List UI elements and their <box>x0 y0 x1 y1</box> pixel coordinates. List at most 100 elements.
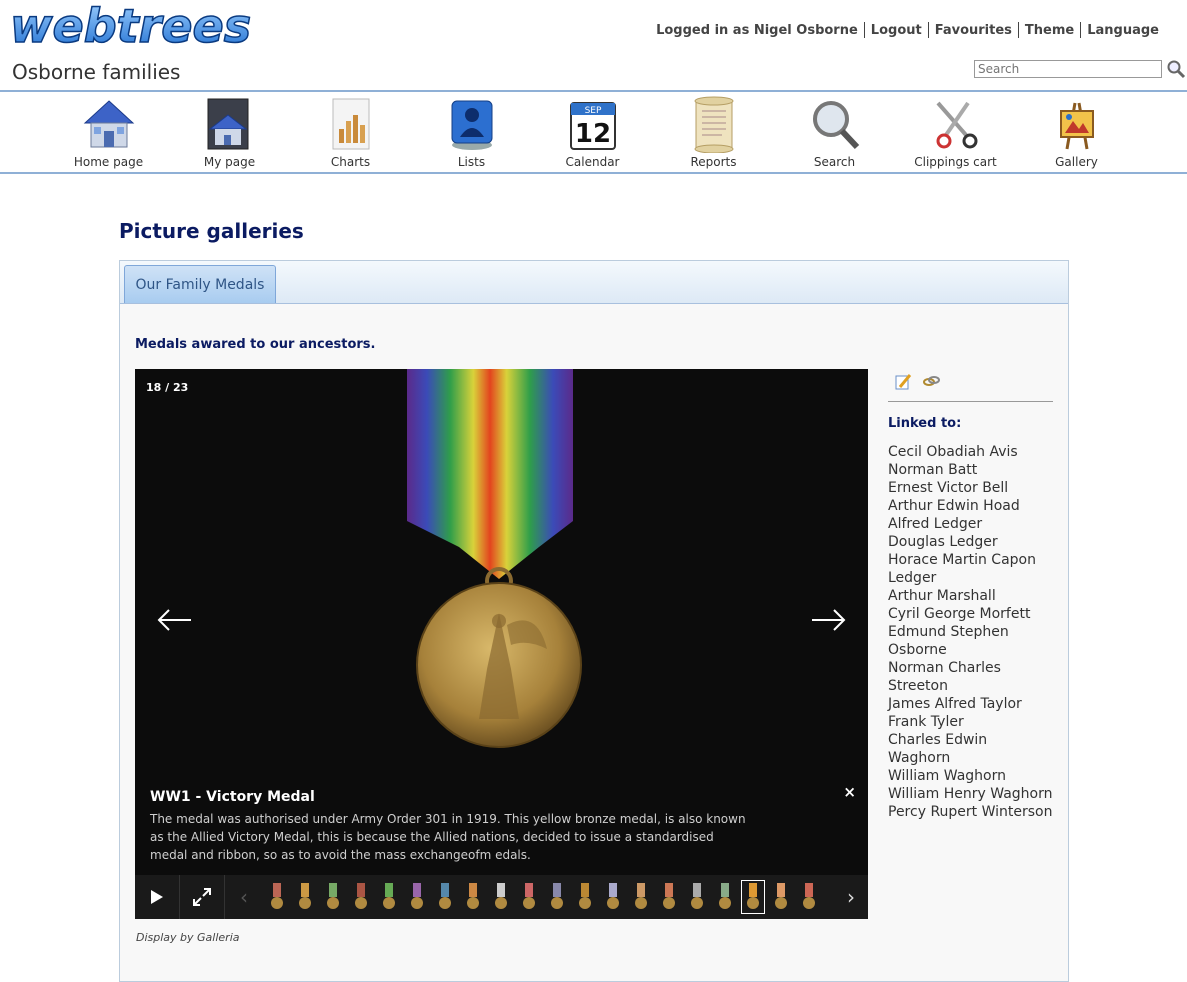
menu-reports[interactable]: Reports <box>653 94 774 169</box>
galleria-credit: Display by Galleria <box>136 931 240 944</box>
image-viewer[interactable]: 18 / 23 WW1 - Victory Medal The medal wa… <box>135 369 868 919</box>
menu-label: Search <box>813 155 856 169</box>
linked-person-link[interactable]: Osborne <box>888 641 1053 659</box>
play-icon[interactable] <box>135 875 180 919</box>
magnifying-glass-icon <box>807 94 863 154</box>
magnifier-icon[interactable] <box>1166 59 1186 79</box>
medal-image <box>407 369 582 748</box>
logo-text: webtrees <box>10 2 251 52</box>
menu-label: Calendar <box>565 155 620 169</box>
linked-person-link[interactable]: Cecil Obadiah Avis <box>888 443 1053 461</box>
thumbnail[interactable] <box>489 880 513 914</box>
logout-link[interactable]: Logout <box>865 23 928 38</box>
bar-chart-icon <box>323 94 379 154</box>
thumbnail[interactable] <box>545 880 569 914</box>
previous-arrow-icon[interactable] <box>157 609 193 635</box>
linked-people-list: Cecil Obadiah Avis Norman Batt Ernest Vict… <box>888 443 1053 821</box>
menu-label: Gallery <box>1055 155 1098 169</box>
menu-home-page[interactable]: Home page <box>48 94 169 169</box>
linked-to-heading: Linked to: <box>888 416 962 431</box>
caption-text: The medal was authorised under Army Orde… <box>150 812 746 862</box>
thumbnail[interactable] <box>685 880 709 914</box>
linked-person-link[interactable]: Ernest Victor Bell <box>888 479 1053 497</box>
thumbnail[interactable] <box>293 880 317 914</box>
thumbnail[interactable] <box>601 880 625 914</box>
thumbnail[interactable] <box>461 880 485 914</box>
linked-person-link[interactable]: James Alfred Taylor <box>888 695 1053 713</box>
menu-rule <box>0 172 1187 174</box>
logged-in-link[interactable]: Logged in as Nigel Osborne <box>650 23 864 38</box>
linked-person-link[interactable]: Douglas Ledger <box>888 533 1053 551</box>
linked-person-link[interactable]: Arthur Edwin Hoad <box>888 497 1053 515</box>
media-tools <box>888 373 1053 402</box>
thumbnail[interactable] <box>349 880 373 914</box>
language-menu[interactable]: Language <box>1081 23 1165 38</box>
page-title: Picture galleries <box>119 219 304 243</box>
favourites-menu[interactable]: Favourites <box>929 23 1018 38</box>
next-arrow-icon[interactable] <box>810 609 846 635</box>
menu-my-page[interactable]: My page <box>169 94 290 169</box>
image-counter: 18 / 23 <box>146 381 189 394</box>
main-menu: Home page My page Charts Lists SEP 12 Cal… <box>48 94 1137 169</box>
header-search <box>974 59 1186 79</box>
thumbnail[interactable] <box>657 880 681 914</box>
thumbnail[interactable] <box>377 880 401 914</box>
thumbnails <box>263 875 833 919</box>
thumbnail[interactable] <box>713 880 737 914</box>
linked-person-link[interactable]: Charles Edwin Waghorn <box>888 731 1053 767</box>
linked-person-link[interactable]: Alfred Ledger <box>888 515 1053 533</box>
house-icon <box>81 94 137 154</box>
site-title: Osborne families <box>12 60 181 84</box>
thumbnail[interactable] <box>629 880 653 914</box>
people-list-icon <box>444 94 500 154</box>
thumbnail[interactable] <box>405 880 429 914</box>
linked-person-link[interactable]: Arthur Marshall <box>888 587 1053 605</box>
tab-our-family-medals[interactable]: Our Family Medals <box>124 265 276 303</box>
top-navigation: Logged in as Nigel Osborne Logout Favour… <box>650 22 1165 38</box>
thumbnail[interactable] <box>265 880 289 914</box>
calendar-icon: SEP 12 <box>565 94 621 154</box>
thumbnail-next-icon[interactable]: › <box>834 875 868 919</box>
thumbnail[interactable] <box>573 880 597 914</box>
menu-calendar[interactable]: SEP 12 Calendar <box>532 94 653 169</box>
linked-person-link[interactable]: Ledger <box>888 569 1053 587</box>
thumbnail[interactable] <box>517 880 541 914</box>
linked-person-link[interactable]: Frank Tyler <box>888 713 1053 731</box>
menu-search[interactable]: Search <box>774 94 895 169</box>
linked-person-link[interactable]: Edmund Stephen <box>888 623 1053 641</box>
theme-menu[interactable]: Theme <box>1019 23 1080 38</box>
menu-label: Lists <box>457 155 486 169</box>
my-house-icon <box>202 94 258 154</box>
thumbnail-prev-icon[interactable]: ‹ <box>225 875 263 919</box>
thumbnail[interactable] <box>769 880 793 914</box>
menu-label: Home page <box>73 155 144 169</box>
thumbnail[interactable] <box>797 880 821 914</box>
edit-icon[interactable] <box>894 373 912 395</box>
close-caption-button[interactable]: × <box>843 783 856 801</box>
linked-person-link[interactable]: Norman Batt <box>888 461 1053 479</box>
linked-person-link[interactable]: Horace Martin Capon <box>888 551 1053 569</box>
menu-lists[interactable]: Lists <box>411 94 532 169</box>
thumbnail[interactable] <box>321 880 345 914</box>
tab-bar: Our Family Medals <box>120 261 1068 304</box>
webtrees-logo[interactable]: webtrees <box>8 0 260 54</box>
linked-person-link[interactable]: Percy Rupert Winterson <box>888 803 1053 821</box>
linked-person-link[interactable]: William Henry Waghorn <box>888 785 1053 803</box>
easel-icon <box>1049 94 1105 154</box>
media-sidebar: Linked to: Cecil Obadiah Avis Norman Batt… <box>888 373 1053 821</box>
linked-person-link[interactable]: William Waghorn <box>888 767 1053 785</box>
fullscreen-icon[interactable] <box>180 875 225 919</box>
menu-gallery[interactable]: Gallery <box>1016 94 1137 169</box>
menu-clippings-cart[interactable]: Clippings cart <box>895 94 1016 169</box>
linked-person-link[interactable]: Cyril George Morfett <box>888 605 1053 623</box>
header-rule <box>0 90 1187 92</box>
menu-charts[interactable]: Charts <box>290 94 411 169</box>
search-input[interactable] <box>974 60 1162 78</box>
thumbnail[interactable] <box>741 880 765 914</box>
linked-person-link[interactable]: Norman Charles Streeton <box>888 659 1053 695</box>
menu-label: Charts <box>330 155 371 169</box>
link-icon[interactable] <box>922 373 940 395</box>
calendar-day: 12 <box>574 119 610 149</box>
scissors-icon <box>928 94 984 154</box>
thumbnail[interactable] <box>433 880 457 914</box>
